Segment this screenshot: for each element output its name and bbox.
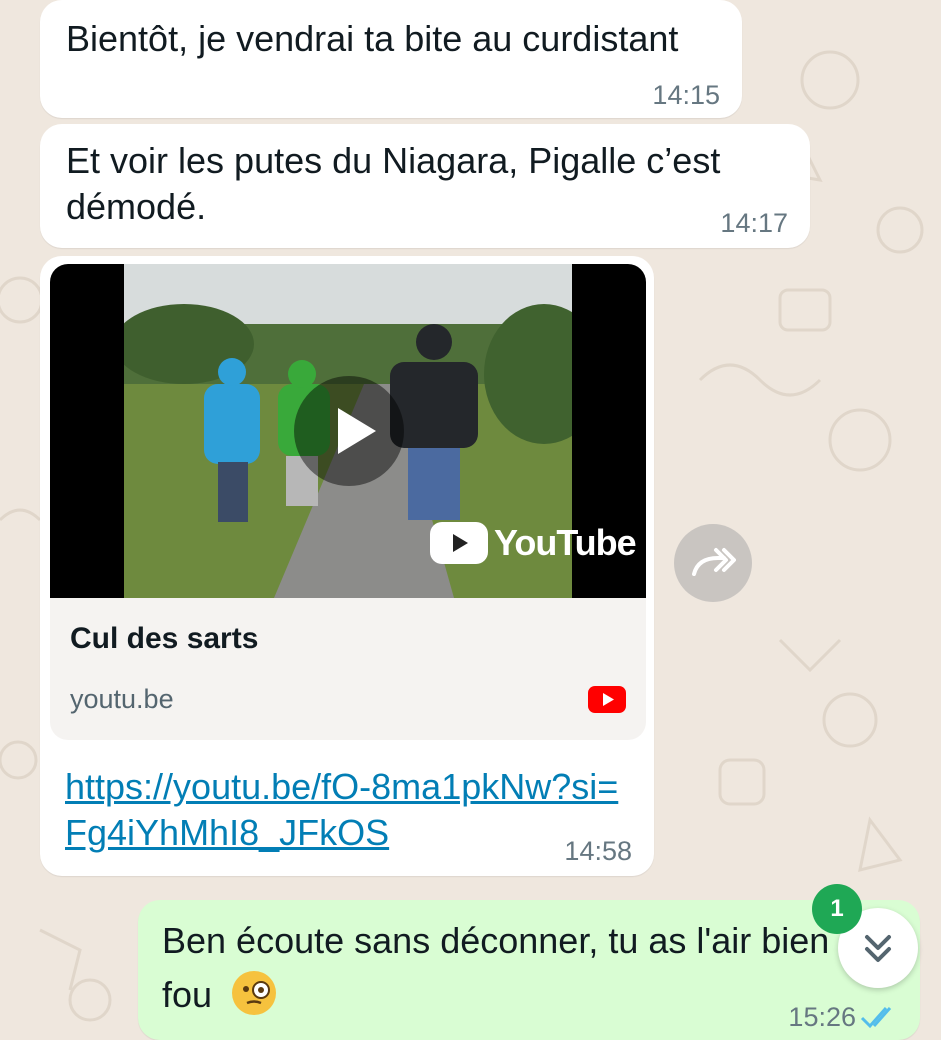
message-time: 14:15 (652, 80, 720, 110)
incoming-message[interactable]: Bientôt, je vendrai ta bite au curdistan… (40, 0, 742, 118)
outgoing-message[interactable]: Ben écoute sans déconner, tu as l'air bi… (138, 900, 920, 1040)
play-button[interactable] (294, 376, 404, 486)
message-text: Bientôt, je vendrai ta bite au curdistan… (66, 18, 679, 59)
message-time: 14:58 (564, 836, 632, 866)
forward-button[interactable] (674, 524, 752, 602)
play-icon (338, 408, 376, 454)
link-preview-card[interactable]: Cul des sarts youtu.be (50, 598, 646, 740)
face-with-monocle-icon (232, 971, 277, 1015)
message-text: Ben écoute sans déconner, tu as l'air bi… (162, 914, 862, 1022)
double-chevron-down-icon (865, 935, 891, 962)
video-thumbnail[interactable]: YouTube (50, 264, 646, 598)
youtube-wordmark: YouTube (494, 522, 637, 563)
double-check-read-icon (860, 1007, 892, 1029)
preview-domain: youtu.be (70, 684, 174, 714)
incoming-link-message[interactable]: YouTube Cul des sarts youtu.be https://y… (40, 256, 654, 876)
unread-count-badge: 1 (812, 884, 862, 934)
youtube-watermark: YouTube (430, 522, 637, 564)
youtube-icon (588, 686, 626, 713)
message-text: Et voir les putes du Niagara, Pigalle c’… (66, 140, 721, 227)
message-time: 15:26 (788, 1002, 856, 1032)
youtube-logo-icon (430, 522, 488, 564)
message-link[interactable]: https://youtu.be/fO-8ma1pkNw?si=Fg4iYhMh… (65, 764, 625, 856)
forward-icon (692, 548, 736, 576)
incoming-message[interactable]: Et voir les putes du Niagara, Pigalle c’… (40, 124, 810, 248)
preview-title: Cul des sarts (70, 622, 259, 655)
message-time: 14:17 (720, 208, 788, 238)
